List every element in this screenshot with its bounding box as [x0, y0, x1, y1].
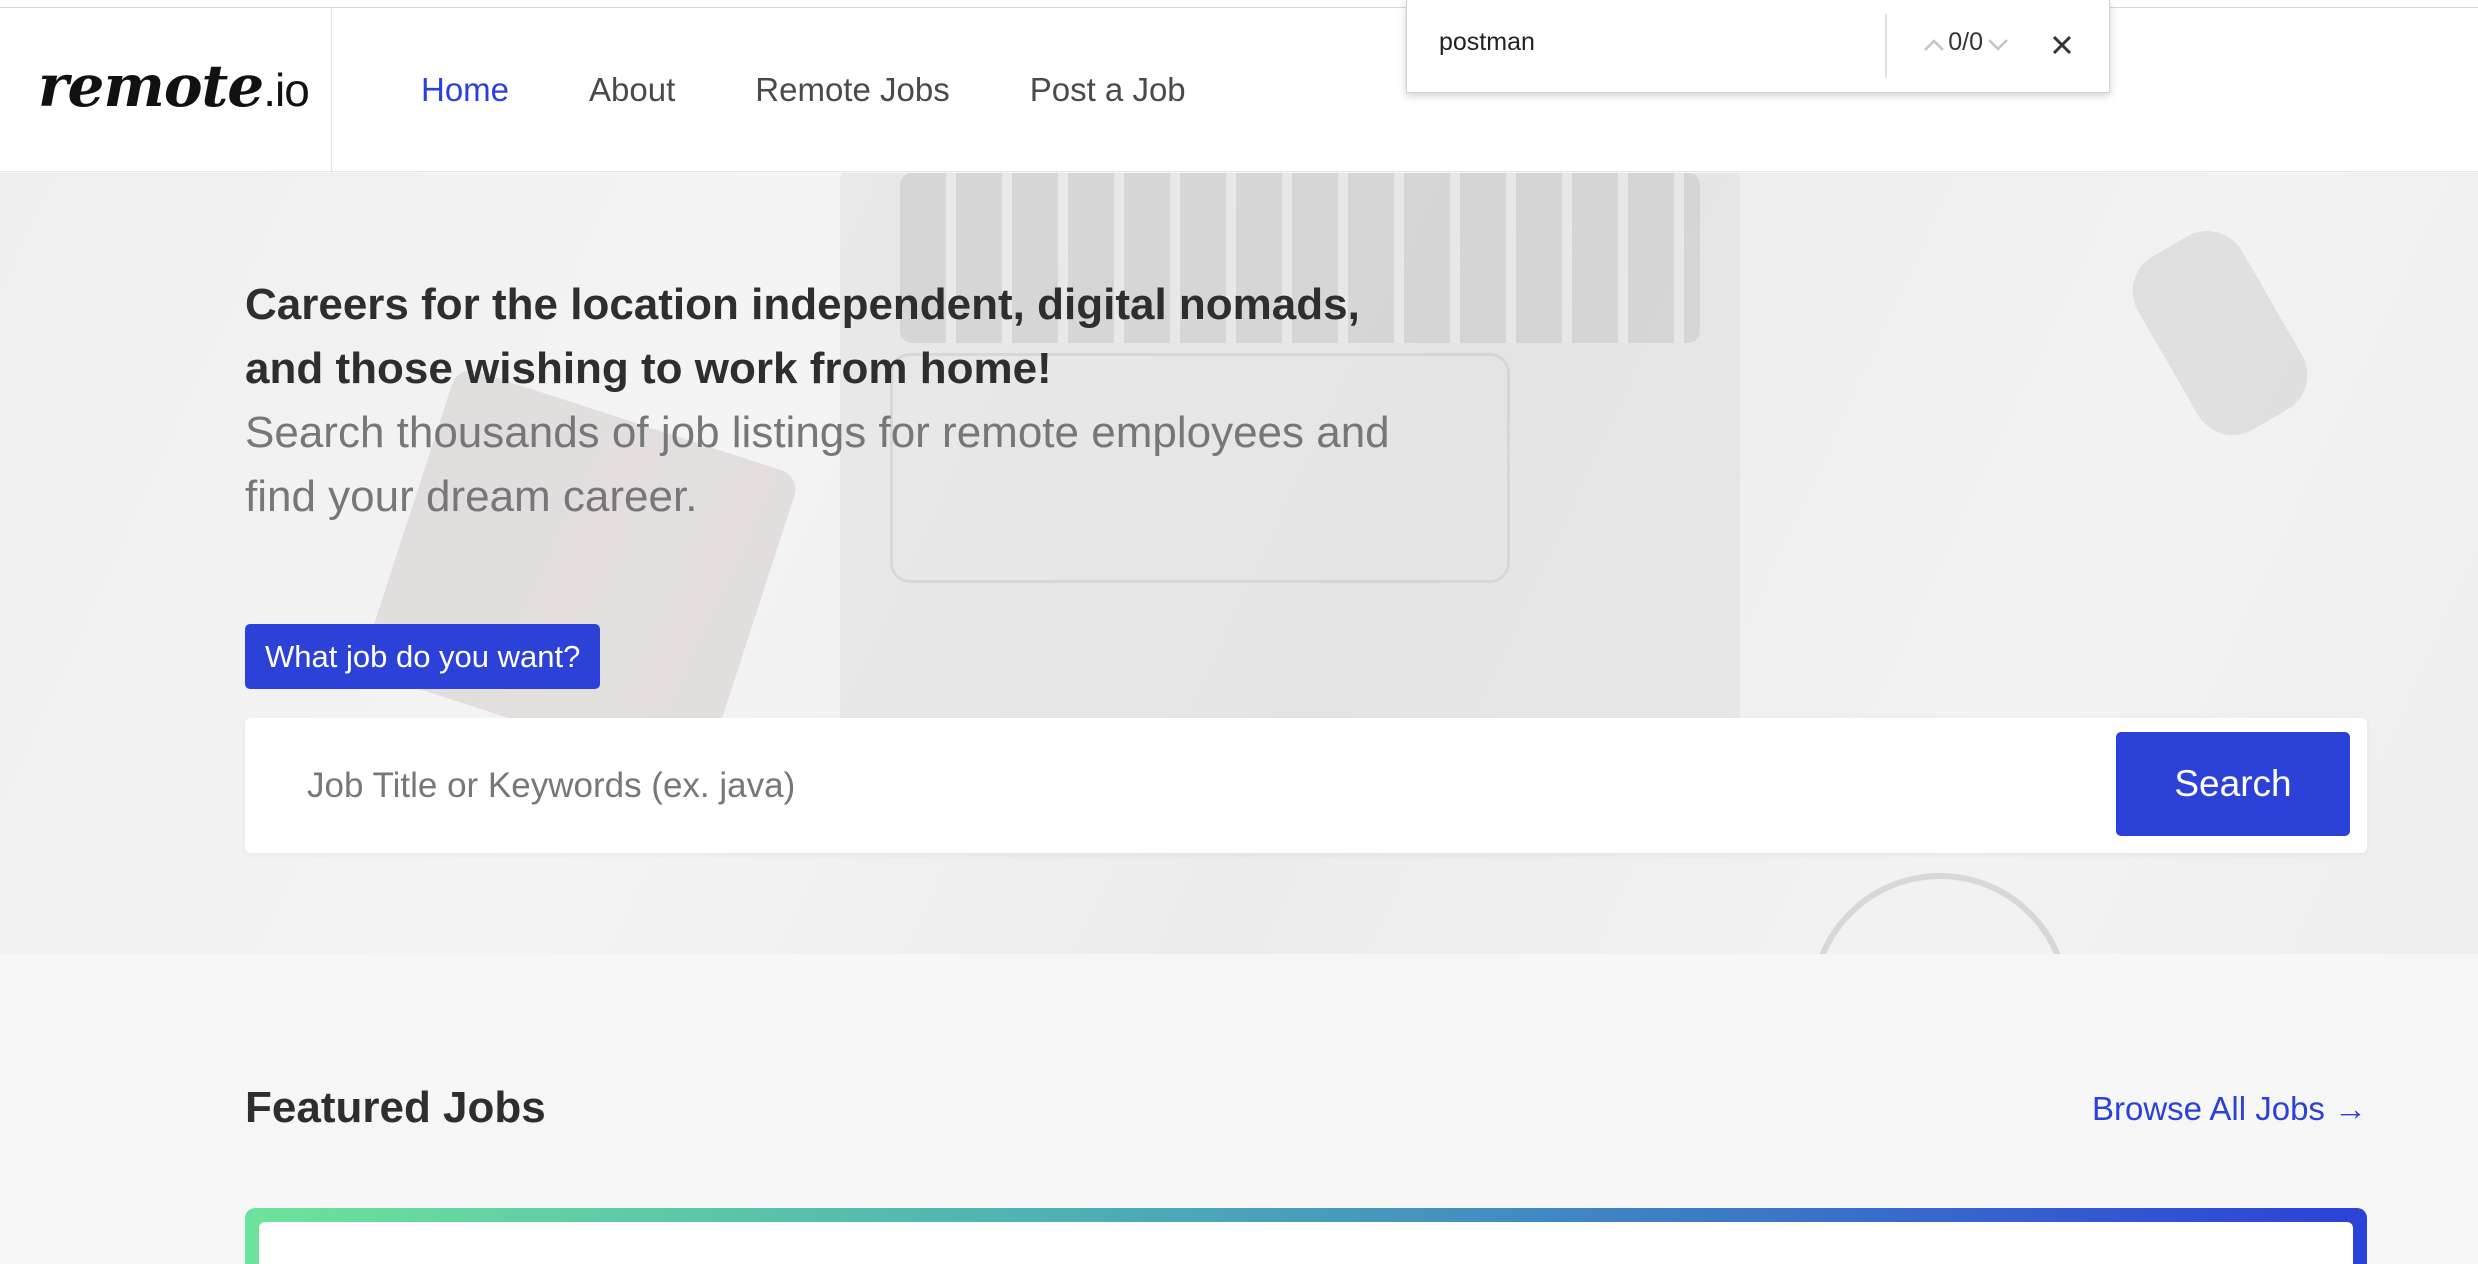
find-next-button[interactable] [1973, 20, 2023, 70]
featured-job-card-body [259, 1222, 2353, 1264]
featured-job-card[interactable] [245, 1208, 2367, 1264]
find-previous-button[interactable] [1909, 20, 1959, 70]
find-in-page-bar: postman 0/0 [1406, 0, 2110, 93]
nav-post-a-job[interactable]: Post a Job [1030, 71, 1186, 109]
logo-container[interactable]: remote.io [0, 8, 332, 172]
job-search-input[interactable] [307, 718, 2087, 853]
find-input[interactable]: postman [1439, 28, 1535, 57]
search-prompt-label: What job do you want? [245, 624, 601, 689]
find-close-button[interactable] [2037, 20, 2087, 70]
hero-background-bottle [2118, 216, 2322, 450]
close-icon [2052, 35, 2072, 55]
job-search-bar: Search [245, 718, 2367, 853]
logo-tld-text: .io [263, 64, 310, 116]
logo-main-text: remote [38, 52, 264, 120]
site-logo[interactable]: remote.io [38, 52, 310, 120]
hero-background-cup [1810, 873, 2070, 954]
nav-remote-jobs[interactable]: Remote Jobs [755, 71, 949, 109]
main-nav: Home About Remote Jobs Post a Job [421, 8, 1266, 172]
featured-jobs-heading: Featured Jobs [245, 1083, 546, 1132]
nav-home[interactable]: Home [421, 71, 509, 109]
nav-about[interactable]: About [589, 71, 675, 109]
hero-title: Careers for the location independent, di… [245, 280, 1360, 393]
chevron-down-icon [1988, 39, 2008, 51]
search-button[interactable]: Search [2116, 732, 2350, 836]
hero-section: Careers for the location independent, di… [0, 173, 2478, 954]
chevron-up-icon [1924, 39, 1944, 51]
browse-all-jobs-link[interactable]: Browse All Jobs → [2092, 1090, 2367, 1128]
hero-subtitle: Search thousands of job listings for rem… [245, 408, 1390, 521]
find-divider [1885, 14, 1887, 78]
